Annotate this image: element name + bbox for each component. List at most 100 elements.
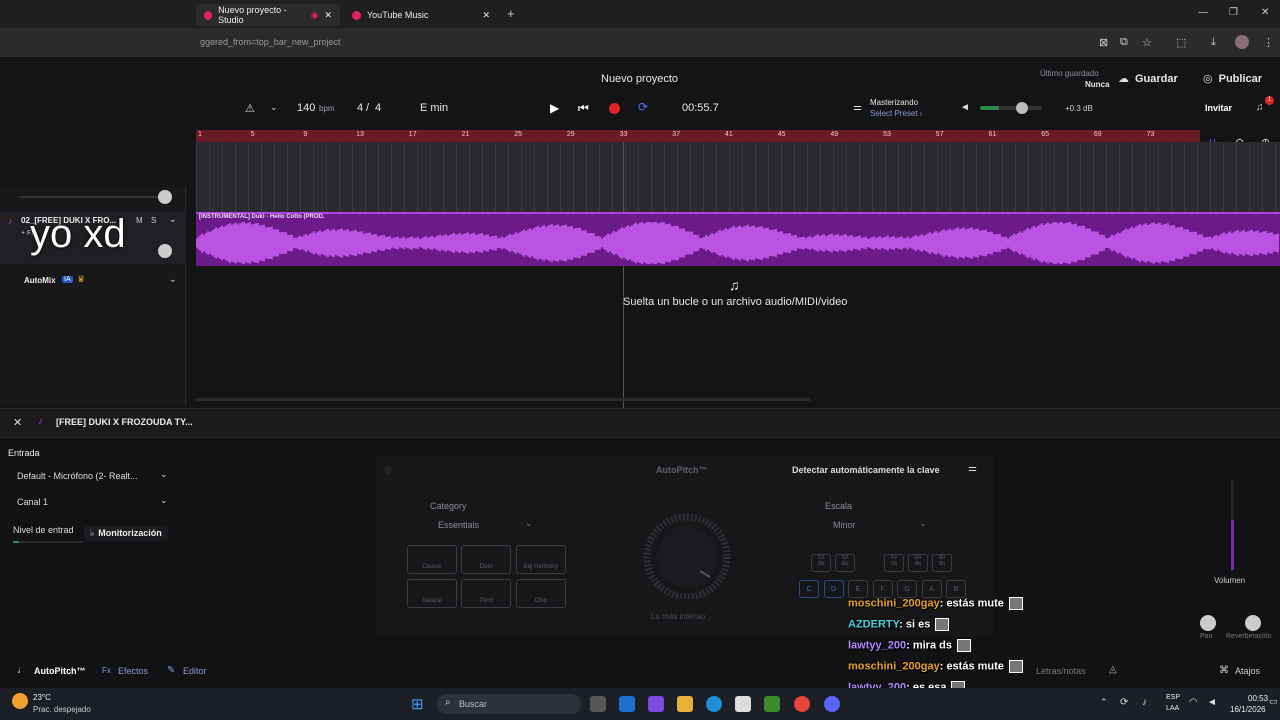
loop-icon[interactable]: ⟳ — [638, 100, 648, 114]
wifi-icon[interactable]: ◠ — [1189, 697, 1198, 708]
bell-icon[interactable]: ♫ — [1256, 102, 1264, 113]
close-tab-icon[interactable]: ✕ — [482, 10, 490, 21]
language-indicator[interactable]: ESP — [1166, 694, 1180, 701]
tab-shortcuts[interactable]: Atajos — [1235, 666, 1260, 676]
record-button[interactable] — [609, 103, 620, 114]
file-explorer-icon[interactable] — [677, 696, 693, 712]
windows-start-icon[interactable]: ⊞ — [411, 695, 424, 713]
preset-duet[interactable]: Duet — [461, 545, 511, 574]
save-button[interactable]: ☁ Guardar — [1118, 72, 1178, 86]
speaker-icon[interactable]: ◄ — [960, 102, 970, 113]
bookmark-star-icon[interactable]: ☆ — [1142, 36, 1152, 49]
key-f[interactable]: F — [872, 580, 893, 598]
volume-icon[interactable]: ◄ — [1207, 697, 1217, 708]
timeline-grid[interactable] — [196, 142, 1280, 212]
slider-handle[interactable] — [1016, 102, 1028, 114]
chevron-down-icon[interactable]: ⌄ — [160, 495, 168, 506]
extensions-icon[interactable]: ⬚ — [1176, 36, 1186, 49]
input-device-select[interactable]: Default - Micrófono (2- Realt... — [17, 471, 138, 481]
master-volume-slider[interactable] — [980, 102, 1042, 114]
url-text[interactable]: ggered_from=top_bar_new_project — [200, 37, 340, 47]
intensity-knob[interactable] — [630, 505, 744, 599]
sharp-key[interactable]: G# Ab — [908, 554, 928, 572]
preset-natural[interactable]: Natural — [407, 579, 457, 608]
preset-classic[interactable]: Classic — [407, 545, 457, 574]
pan-handle[interactable] — [158, 244, 172, 258]
tab-editor[interactable]: Editor — [183, 666, 207, 676]
track-volume-slider[interactable] — [20, 196, 160, 198]
time-signature-numerator[interactable]: 4 — [357, 102, 363, 114]
teams-icon[interactable] — [648, 696, 664, 712]
key-g[interactable]: G — [897, 580, 917, 598]
notifications-icon[interactable]: ▭ — [1269, 696, 1278, 707]
settings-sliders-icon[interactable]: ⚌ — [968, 463, 977, 474]
power-toggle[interactable] — [384, 466, 392, 474]
sharp-key[interactable]: A# Bb — [932, 554, 952, 572]
clock-date[interactable]: 16/1/2026 — [1230, 705, 1266, 714]
project-title[interactable]: Nuevo proyecto — [601, 73, 678, 85]
address-bar[interactable]: ggered_from=top_bar_new_project — [0, 28, 1280, 58]
slider-handle[interactable] — [158, 190, 172, 204]
metronome-icon[interactable]: ⚠ — [245, 102, 255, 115]
chevron-down-icon[interactable]: ⌄ — [169, 274, 177, 285]
taskbar-search[interactable]: ⌕ Buscar — [437, 694, 581, 714]
channel-select[interactable]: Canal 1 — [17, 497, 48, 507]
chrome-icon[interactable] — [794, 696, 810, 712]
volume-fader[interactable] — [1231, 480, 1234, 570]
key-c[interactable]: C — [799, 580, 819, 598]
scale-select[interactable]: Minor — [833, 520, 856, 530]
key-e[interactable]: E — [848, 580, 868, 598]
time-signature-denominator[interactable]: 4 — [375, 102, 381, 114]
monitoring-button[interactable]: ♭ Monitorización — [84, 526, 168, 541]
key-selector[interactable]: E min — [420, 102, 448, 114]
sharp-key[interactable]: F# Gb — [884, 554, 904, 572]
mute-button[interactable]: M — [136, 216, 143, 225]
pan-knob[interactable] — [1200, 615, 1216, 631]
chevron-down-icon[interactable]: ⌄ — [160, 469, 168, 480]
chevron-down-icon[interactable]: ⌄ — [270, 102, 278, 113]
cast-icon[interactable]: ⊠ — [1099, 36, 1108, 49]
chevron-down-icon[interactable]: ⌄ — [169, 214, 177, 225]
menu-kebab-icon[interactable]: ⋮ — [1263, 36, 1274, 49]
tab-youtube-music[interactable]: YouTube Music ✕ — [344, 4, 498, 26]
preset-big-harmony[interactable]: Big Harmony — [516, 545, 566, 574]
microphone-icon[interactable]: ♪ — [1142, 697, 1147, 708]
minecraft-icon[interactable] — [764, 696, 780, 712]
play-icon[interactable]: ▶ — [550, 101, 559, 115]
mixer-sliders-icon[interactable]: ⚌ — [853, 102, 862, 113]
dropzone-text[interactable]: Suelta un bucle o un archivo audio/MIDI/… — [623, 296, 847, 308]
close-window-icon[interactable]: ✕ — [1261, 7, 1269, 18]
invite-button[interactable]: Invitar — [1205, 103, 1232, 113]
chevron-up-icon[interactable]: ⌃ — [1100, 697, 1108, 708]
key-a[interactable]: A — [921, 580, 942, 598]
detect-key-button[interactable]: Detectar automáticamente la clave — [792, 465, 940, 475]
automix-label[interactable]: AutoMix — [24, 276, 56, 285]
tab-effects[interactable]: Efectos — [118, 666, 148, 676]
maximize-icon[interactable]: ❐ — [1229, 7, 1238, 18]
solo-button[interactable]: S — [151, 216, 156, 225]
playhead[interactable] — [623, 142, 624, 408]
download-icon[interactable]: ⤓ — [1211, 36, 1216, 49]
key-b[interactable]: B — [946, 580, 966, 598]
category-select[interactable]: Essentials — [438, 520, 479, 530]
weather-desc[interactable]: Prac. despejado — [33, 705, 91, 714]
refresh-icon[interactable]: ⟳ — [1120, 697, 1128, 708]
tuner-icon[interactable]: ◬ — [1109, 664, 1117, 675]
tab-studio[interactable]: Nuevo proyecto - Studio ◉ ✕ — [196, 4, 340, 26]
sharp-key[interactable]: D# Eb — [835, 554, 855, 572]
discord-icon[interactable] — [824, 696, 840, 712]
timeline-ruler[interactable] — [196, 130, 1200, 142]
tab-lyrics[interactable]: Letras/notas — [1036, 666, 1086, 676]
preset-third[interactable]: Third — [461, 579, 511, 608]
tab-autopitch[interactable]: AutoPitch™ — [34, 666, 86, 676]
close-panel-icon[interactable]: ✕ — [13, 416, 22, 429]
store-icon[interactable] — [735, 696, 751, 712]
mastering-preset-link[interactable]: Select Preset › — [870, 109, 922, 118]
edge-icon[interactable] — [706, 696, 722, 712]
reverb-knob[interactable] — [1245, 615, 1261, 631]
minimize-icon[interactable]: — — [1198, 7, 1208, 18]
new-tab-icon[interactable]: + — [507, 6, 515, 21]
profile-avatar[interactable] — [1235, 35, 1249, 49]
key-d[interactable]: D — [823, 580, 844, 598]
rewind-icon[interactable]: ⏮ — [578, 101, 589, 116]
